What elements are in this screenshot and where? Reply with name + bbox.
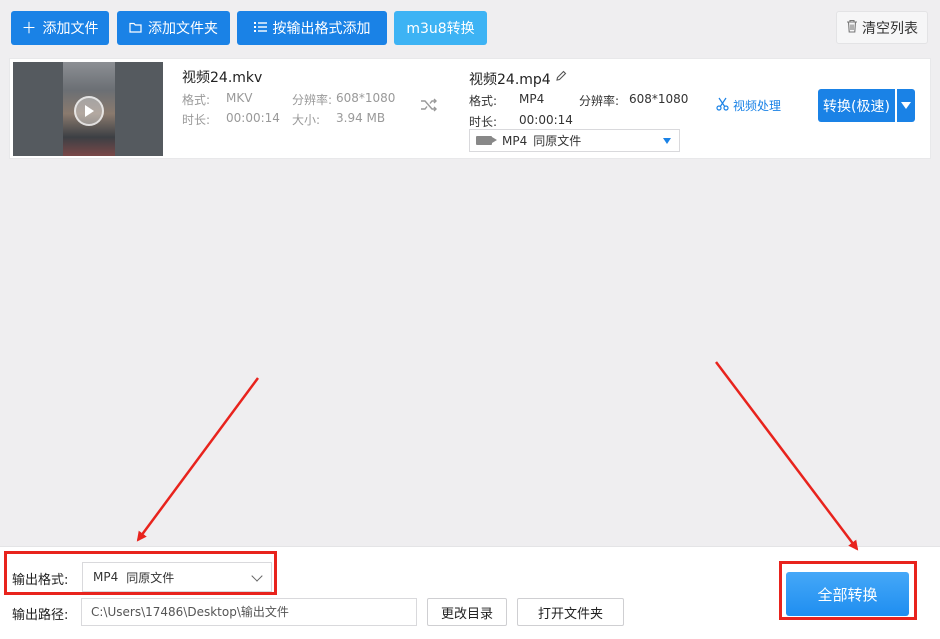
annotation-arrows <box>0 0 940 639</box>
annotation-arrow-left <box>138 378 258 540</box>
annotation-arrow-right <box>716 362 857 549</box>
